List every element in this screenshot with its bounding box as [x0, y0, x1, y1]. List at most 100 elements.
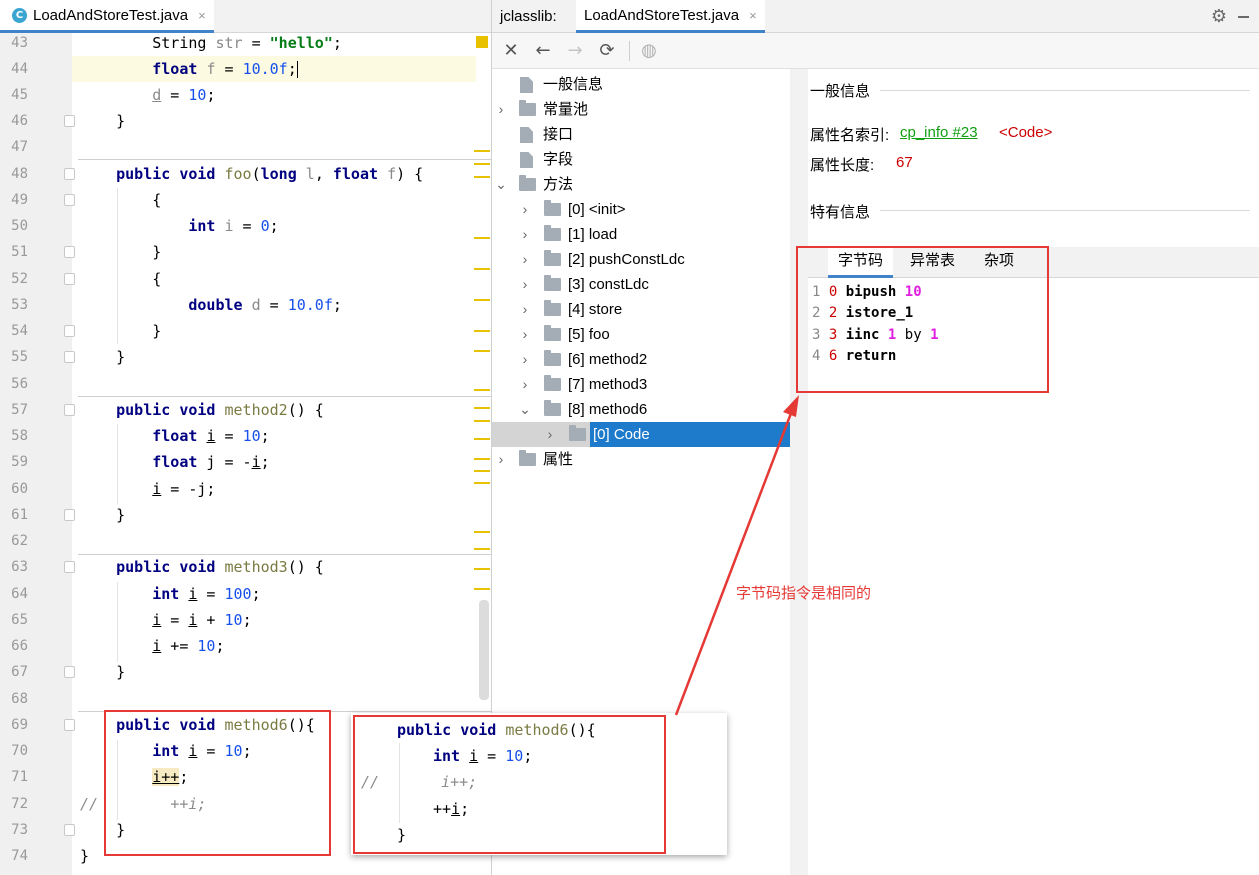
code-line[interactable]: 60 i = -j;	[0, 476, 491, 502]
tree-item-fields[interactable]: 字段	[492, 147, 790, 172]
fold-icon[interactable]	[64, 666, 75, 678]
tree-item-methods[interactable]: ⌄ 方法	[492, 172, 790, 197]
forward-arrow-icon[interactable]: →	[564, 40, 586, 62]
scroll-marker[interactable]	[474, 176, 490, 178]
scroll-marker[interactable]	[474, 350, 490, 352]
chevron-down-icon[interactable]: ⌄	[495, 172, 507, 197]
code-line[interactable]: 54 }	[0, 318, 491, 344]
warning-marker[interactable]	[476, 36, 488, 48]
code-line[interactable]: 44 float f = 10.0f;	[0, 56, 491, 82]
chevron-right-icon[interactable]: ›	[519, 297, 531, 322]
fold-icon[interactable]	[64, 325, 75, 337]
scroll-marker[interactable]	[474, 420, 490, 422]
tree-item-general-info[interactable]: 一般信息	[492, 72, 790, 97]
scroll-marker[interactable]	[474, 330, 490, 332]
chevron-down-icon[interactable]: ⌄	[519, 397, 531, 422]
code-line[interactable]: 51 }	[0, 239, 491, 265]
code-line[interactable]: 46 }	[0, 108, 491, 134]
tree-item-method[interactable]: › [4] store	[492, 297, 790, 322]
chevron-right-icon[interactable]: ›	[519, 372, 531, 397]
tree-item-method[interactable]: › [0] <init>	[492, 197, 790, 222]
code-line[interactable]: 66 i += 10;	[0, 633, 491, 659]
fold-icon[interactable]	[64, 509, 75, 521]
fold-icon[interactable]	[64, 168, 75, 180]
editor-tab[interactable]: C LoadAndStoreTest.java ×	[0, 0, 214, 33]
code-line[interactable]: 45 d = 10;	[0, 82, 491, 108]
chevron-right-icon[interactable]: ›	[519, 197, 531, 222]
scroll-marker[interactable]	[474, 268, 490, 270]
code-line[interactable]: 58 float i = 10;	[0, 423, 491, 449]
code-line[interactable]: 50 int i = 0;	[0, 213, 491, 239]
jclasslib-tab[interactable]: LoadAndStoreTest.java ×	[576, 0, 765, 33]
code-line[interactable]: 56	[0, 371, 491, 397]
globe-icon[interactable]: ◍	[638, 40, 660, 62]
refresh-icon[interactable]: ⟳	[596, 40, 618, 62]
scroll-marker[interactable]	[474, 163, 490, 165]
chevron-right-icon[interactable]: ›	[519, 247, 531, 272]
chevron-right-icon[interactable]: ›	[519, 272, 531, 297]
tree-item-code[interactable]: › [0] Code	[492, 422, 790, 447]
back-arrow-icon[interactable]: ←	[532, 40, 554, 62]
tree-item-method[interactable]: › [5] foo	[492, 322, 790, 347]
scroll-marker[interactable]	[474, 568, 490, 570]
fold-icon[interactable]	[64, 719, 75, 731]
fold-icon[interactable]	[64, 194, 75, 206]
scroll-marker[interactable]	[474, 470, 490, 472]
scroll-marker[interactable]	[474, 237, 490, 239]
code-line[interactable]: 63 public void method3() {	[0, 554, 491, 580]
scroll-marker[interactable]	[474, 438, 490, 440]
scroll-marker[interactable]	[474, 458, 490, 460]
chevron-right-icon[interactable]: ›	[519, 322, 531, 347]
editor-scrollbar[interactable]	[479, 600, 489, 700]
tree-item-interfaces[interactable]: 接口	[492, 122, 790, 147]
scroll-marker[interactable]	[474, 299, 490, 301]
panel-splitter[interactable]	[790, 69, 808, 875]
chevron-right-icon[interactable]: ›	[495, 447, 507, 472]
close-icon[interactable]: ×	[198, 8, 206, 23]
scroll-marker[interactable]	[474, 407, 490, 409]
tree-item-attributes[interactable]: › 属性	[492, 447, 790, 472]
close-icon[interactable]: ✕	[500, 40, 522, 62]
code-line[interactable]: 47	[0, 134, 491, 160]
code-line[interactable]: 53 double d = 10.0f;	[0, 292, 491, 318]
scroll-marker[interactable]	[474, 150, 490, 152]
scroll-marker[interactable]	[474, 588, 490, 590]
close-icon[interactable]: ×	[749, 8, 757, 23]
code-line[interactable]: 65 i = i + 10;	[0, 607, 491, 633]
scroll-marker[interactable]	[474, 531, 490, 533]
scroll-marker[interactable]	[474, 548, 490, 550]
tree-item-method[interactable]: › [7] method3	[492, 372, 790, 397]
tree-item-method[interactable]: ⌄ [8] method6	[492, 397, 790, 422]
name-index-link[interactable]: cp_info #23	[900, 124, 978, 141]
code-line[interactable]: 59 float j = -i;	[0, 449, 491, 475]
scroll-marker[interactable]	[474, 389, 490, 391]
gear-icon[interactable]: ⚙	[1211, 6, 1227, 27]
code-line[interactable]: 62	[0, 528, 491, 554]
chevron-right-icon[interactable]: ›	[544, 422, 556, 447]
fold-icon[interactable]	[64, 351, 75, 363]
minimize-icon[interactable]	[1238, 16, 1249, 18]
code-line[interactable]: 52 {	[0, 266, 491, 292]
code-line[interactable]: 49 {	[0, 187, 491, 213]
code-line[interactable]: 55 }	[0, 344, 491, 370]
tree-item-constant-pool[interactable]: › 常量池	[492, 97, 790, 122]
tree-item-method[interactable]: › [1] load	[492, 222, 790, 247]
code-line[interactable]: 57 public void method2() {	[0, 397, 491, 423]
tree-item-method[interactable]: › [2] pushConstLdc	[492, 247, 790, 272]
fold-icon[interactable]	[64, 561, 75, 573]
code-line[interactable]: 61 }	[0, 502, 491, 528]
tree-item-method[interactable]: › [6] method2	[492, 347, 790, 372]
chevron-right-icon[interactable]: ›	[519, 222, 531, 247]
code-line[interactable]: 68	[0, 686, 491, 712]
code-line[interactable]: 67 }	[0, 659, 491, 685]
code-line[interactable]: 43 String str = "hello";	[0, 30, 491, 56]
code-line[interactable]: 64 int i = 100;	[0, 581, 491, 607]
fold-icon[interactable]	[64, 246, 75, 258]
fold-icon[interactable]	[64, 273, 75, 285]
tree-item-method[interactable]: › [3] constLdc	[492, 272, 790, 297]
chevron-right-icon[interactable]: ›	[519, 347, 531, 372]
fold-icon[interactable]	[64, 115, 75, 127]
chevron-right-icon[interactable]: ›	[495, 97, 507, 122]
code-line[interactable]: 48 public void foo(long l, float f) {	[0, 161, 491, 187]
scroll-marker[interactable]	[474, 482, 490, 484]
